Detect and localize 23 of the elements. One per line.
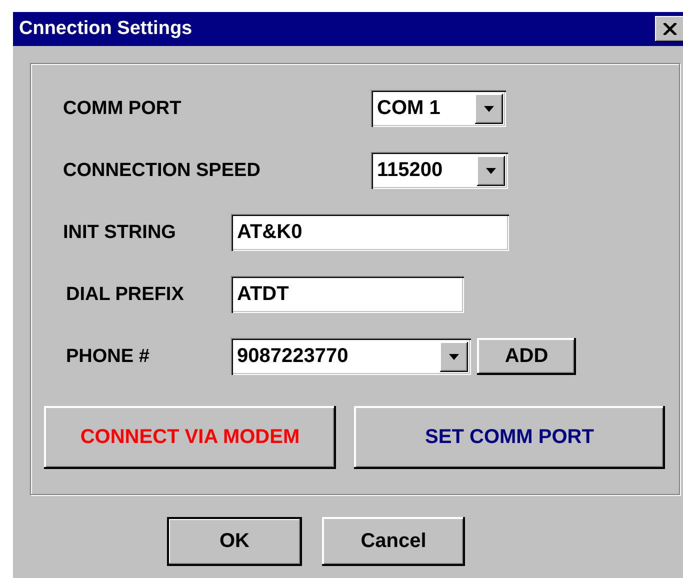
dialog-button[interactable]: OK <box>167 517 302 566</box>
dropdown-arrow-icon <box>449 354 459 360</box>
field-label: COMM PORT <box>63 98 182 120</box>
action-button[interactable]: SET COMM PORT <box>354 406 665 469</box>
close-icon <box>663 23 677 35</box>
dropdown-field[interactable]: 115200 <box>371 152 508 189</box>
dropdown-arrow-icon <box>484 106 494 112</box>
dropdown-button[interactable] <box>477 156 505 186</box>
dropdown-button[interactable] <box>440 342 468 372</box>
dropdown-field[interactable]: 9087223770 <box>231 338 471 375</box>
dropdown-field[interactable]: COM 1 <box>371 90 506 127</box>
field-label: CONNECTION SPEED <box>63 160 262 182</box>
dropdown-arrow-icon <box>486 168 496 174</box>
close-button[interactable] <box>655 16 683 42</box>
field-label: DIAL PREFIX <box>66 284 185 306</box>
dialog-button[interactable]: Cancel <box>322 517 465 566</box>
window-title: Cnnection Settings <box>19 18 194 40</box>
input-field[interactable]: ATDT <box>231 276 464 313</box>
add-button[interactable]: ADD <box>477 338 576 375</box>
field-label: INIT STRING <box>63 222 177 244</box>
input-field[interactable]: AT&K0 <box>231 214 509 251</box>
dropdown-button[interactable] <box>475 94 503 124</box>
field-label: PHONE # <box>66 346 150 368</box>
